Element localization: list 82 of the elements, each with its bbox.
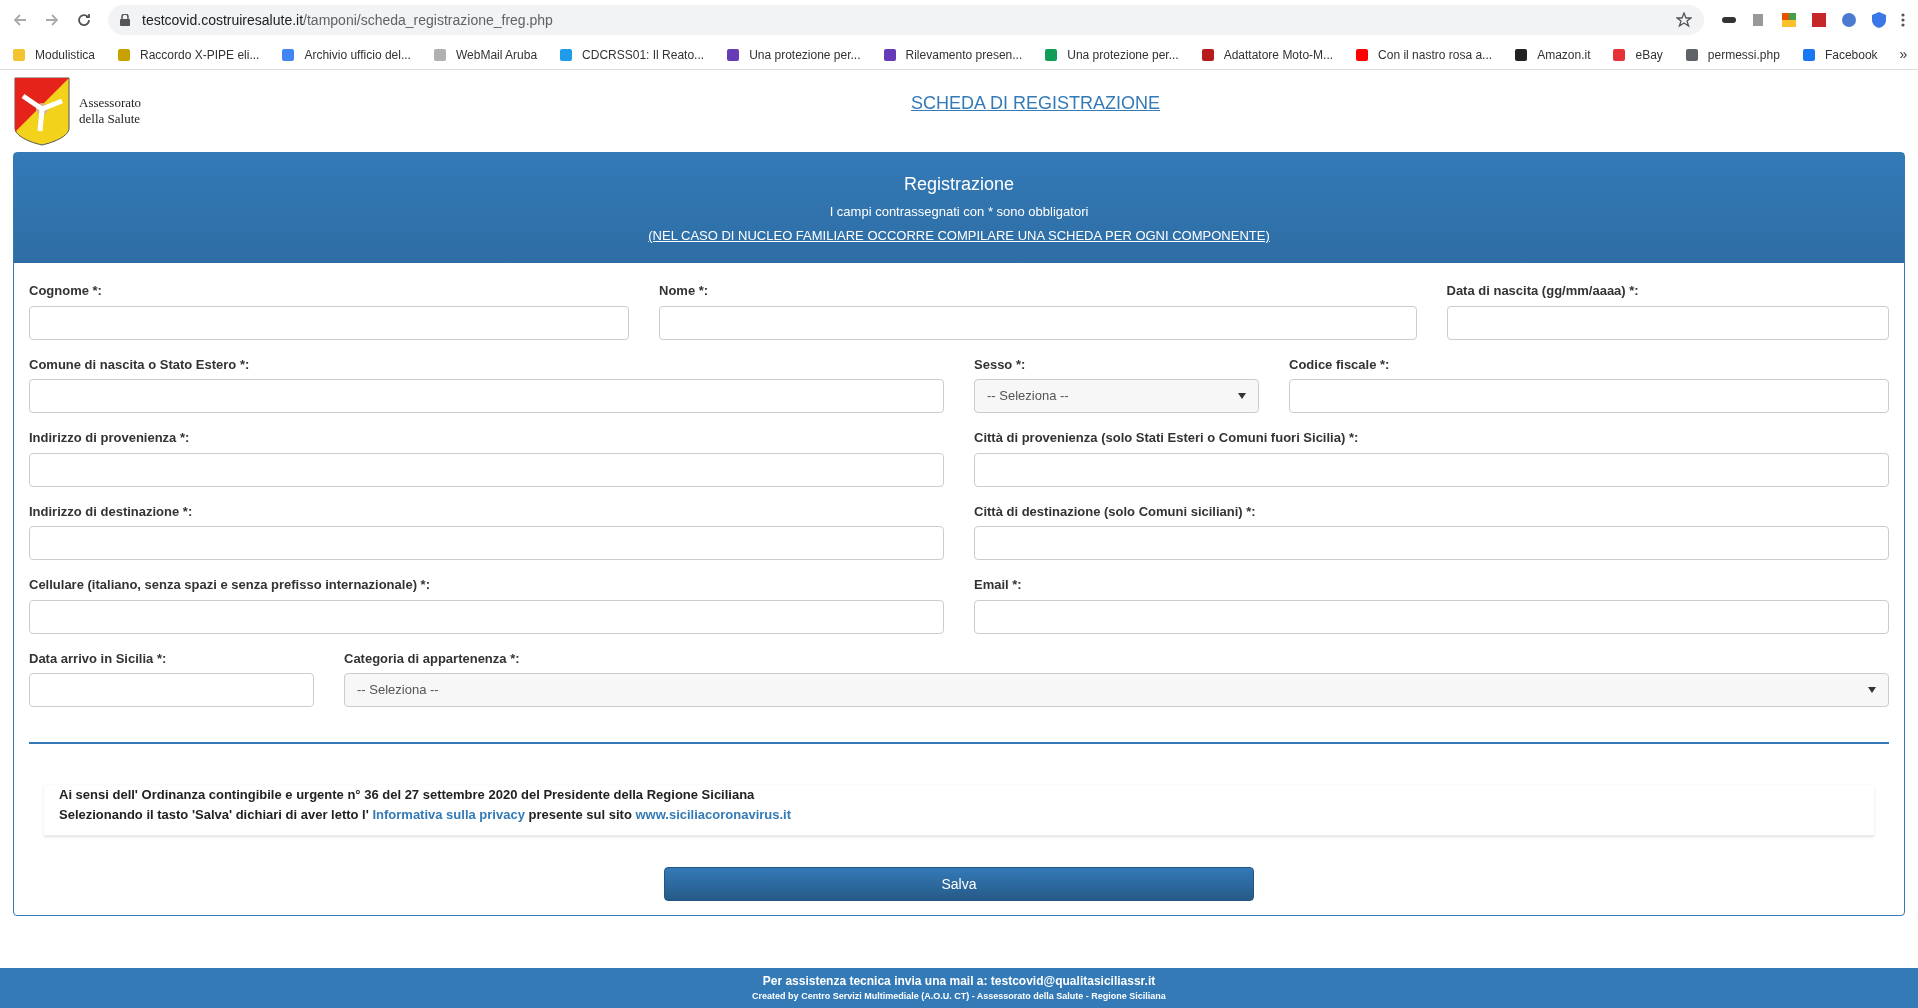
bookmark-item[interactable]: Una protezione per... (726, 45, 861, 64)
field-label: Cellulare (italiano, senza spazi e senza prefisso internazionale) *: (29, 576, 431, 594)
bookmarks-overflow[interactable]: » (1899, 44, 1908, 65)
bookmark-icon (117, 47, 132, 62)
lock-icon (120, 14, 130, 26)
input-field[interactable] (29, 526, 944, 560)
bookmark-item[interactable]: Adattatore Moto-M... (1200, 45, 1334, 64)
logo-text: della Salute (79, 111, 141, 127)
bookmark-icon (432, 47, 447, 62)
consent-text: Selezionando il tasto 'Salva' dichiari di aver letto l' Informativa sulla privacy presente sul sito www.siciliacoronavirus.it (59, 806, 793, 824)
field-label: Indirizzo di provenienza *: (29, 429, 191, 447)
bookmark-item[interactable]: Rilevamento presen... (882, 45, 1023, 64)
save-button[interactable]: Salva (664, 867, 1254, 901)
input-field[interactable] (1289, 379, 1889, 413)
bookmark-item[interactable]: eBay (1612, 45, 1663, 64)
input-field[interactable] (29, 452, 944, 487)
input-field[interactable] (29, 599, 944, 634)
field-label: Data arrivo in Sicilia *: (29, 649, 168, 668)
url-text: testcovid.costruiresalute.it/tamponi/scheda_registrazione_freg.php (142, 10, 554, 30)
field-label: Categoria di appartenenza *: (344, 649, 521, 668)
bookmark-icon (1801, 47, 1816, 62)
input-field[interactable] (974, 599, 1889, 634)
coat-of-arms-logo (13, 76, 71, 146)
bookmark-item[interactable]: Modulistica (12, 45, 96, 64)
shield-icon[interactable] (1870, 11, 1888, 29)
bookmark-item[interactable]: Con il nastro rosa a... (1355, 45, 1493, 64)
star-icon[interactable] (1676, 12, 1692, 28)
field-label: Nome *: (659, 282, 710, 300)
bookmark-item[interactable]: Facebook (1801, 45, 1878, 64)
forward-icon[interactable] (44, 12, 60, 28)
input-field[interactable] (29, 305, 629, 340)
reload-icon[interactable] (76, 12, 92, 28)
privacy-link[interactable]: Informativa sulla privacy (372, 807, 525, 822)
bookmark-icon (1514, 47, 1529, 62)
bookmark-icon (1684, 47, 1699, 62)
address-bar[interactable]: testcovid.costruiresalute.it/tamponi/scheda_registrazione_freg.php (108, 5, 1704, 35)
bookmark-item[interactable]: WebMail Aruba (432, 45, 538, 64)
bookmark-icon (12, 47, 26, 62)
field-label: Indirizzo di destinazione *: (29, 502, 194, 521)
site-link[interactable]: www.siciliacoronavirus.it (635, 807, 792, 822)
field-label: Comune di nascita o Stato Estero *: (29, 355, 251, 374)
field-label: Data di nascita (gg/mm/aaaa) *: (1446, 282, 1640, 300)
back-icon[interactable] (12, 12, 28, 28)
bookmark-icon (1044, 47, 1059, 62)
field-label: Città di provenienza (solo Stati Esteri o Comuni fuori Sicilia) *: (974, 429, 1360, 447)
select-field[interactable]: -- Seleziona -- (974, 379, 1259, 413)
input-field[interactable] (29, 673, 314, 707)
field-label: Codice fiscale *: (1289, 355, 1391, 374)
field-label: Cognome *: (29, 282, 103, 300)
support-text: Per assistenza tecnica invia una mail a: testcovid@qualitasiciliassr.it (762, 973, 1156, 991)
bookmark-icon (281, 47, 296, 62)
select-field[interactable]: -- Seleziona -- (344, 673, 1889, 707)
input-field[interactable] (29, 379, 944, 413)
bookmark-item[interactable]: Archivio ufficio del... (281, 45, 411, 64)
input-field[interactable] (1446, 305, 1889, 340)
logo-text: Assessorato (79, 95, 142, 111)
bookmark-item[interactable]: permessi.php (1684, 45, 1780, 64)
credits-text: Created by Centro Servizi Multimediale (A.O.U. CT) - Assessorato della Salute - Regione Siciliana (752, 990, 1166, 1004)
field-label: Sesso *: (974, 355, 1027, 374)
field-label: Città di destinazione (solo Comuni siciliani) *: (974, 502, 1257, 521)
field-label: Email *: (974, 576, 1023, 594)
bookmark-item[interactable]: Amazon.it (1514, 45, 1591, 64)
page-title-link[interactable]: SCHEDA DI REGISTRAZIONE (911, 90, 1161, 117)
ordinance-text: Ai sensi dell' Ordinanza contingibile e urgente n° 36 del 27 settembre 2020 del Presidente della Regione Siciliana (59, 786, 756, 804)
bookmark-icon (559, 47, 574, 62)
input-field[interactable] (974, 526, 1889, 560)
bookmark-icon (1612, 47, 1627, 62)
input-field[interactable] (974, 452, 1889, 487)
bookmark-icon (882, 47, 897, 62)
bookmark-item[interactable]: Una protezione per... (1044, 45, 1179, 64)
dropdown-arrow-icon (1238, 393, 1246, 399)
panel-title: Registrazione (903, 173, 1015, 196)
required-note: I campi contrassegnati con * sono obbligatori (829, 203, 1089, 221)
bookmark-icon (1200, 47, 1215, 62)
family-notice-link[interactable]: (NEL CASO DI NUCLEO FAMILIARE OCCORRE COMPILARE UNA SCHEDA PER OGNI COMPONENTE) (648, 225, 1270, 245)
input-field[interactable] (659, 305, 1417, 340)
bookmark-icon (1355, 47, 1370, 62)
bookmark-item[interactable]: CDCRSS01: Il Reato... (559, 45, 705, 64)
dropdown-arrow-icon (1868, 687, 1876, 693)
bookmark-icon (726, 47, 741, 62)
bookmark-item[interactable]: Raccordo X-PIPE eli... (117, 45, 260, 64)
menu-icon[interactable] (1900, 12, 1906, 28)
